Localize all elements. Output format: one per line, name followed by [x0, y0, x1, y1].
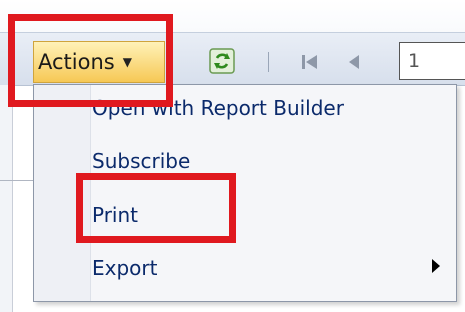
report-left-gutter — [0, 85, 13, 312]
menu-item-export[interactable]: Export — [92, 245, 452, 291]
refresh-icon[interactable] — [209, 48, 235, 74]
highlight-box-print — [76, 173, 236, 243]
first-page-icon[interactable] — [300, 52, 320, 72]
submenu-arrow-icon — [432, 259, 440, 273]
menu-item-label: Subscribe — [92, 149, 191, 173]
report-divider — [0, 180, 33, 181]
menu-item-label: Export — [92, 256, 158, 280]
previous-page-icon[interactable] — [345, 52, 363, 72]
page-number-input[interactable] — [399, 42, 465, 80]
toolbar-separator — [268, 52, 269, 72]
highlight-box-actions — [8, 14, 173, 107]
